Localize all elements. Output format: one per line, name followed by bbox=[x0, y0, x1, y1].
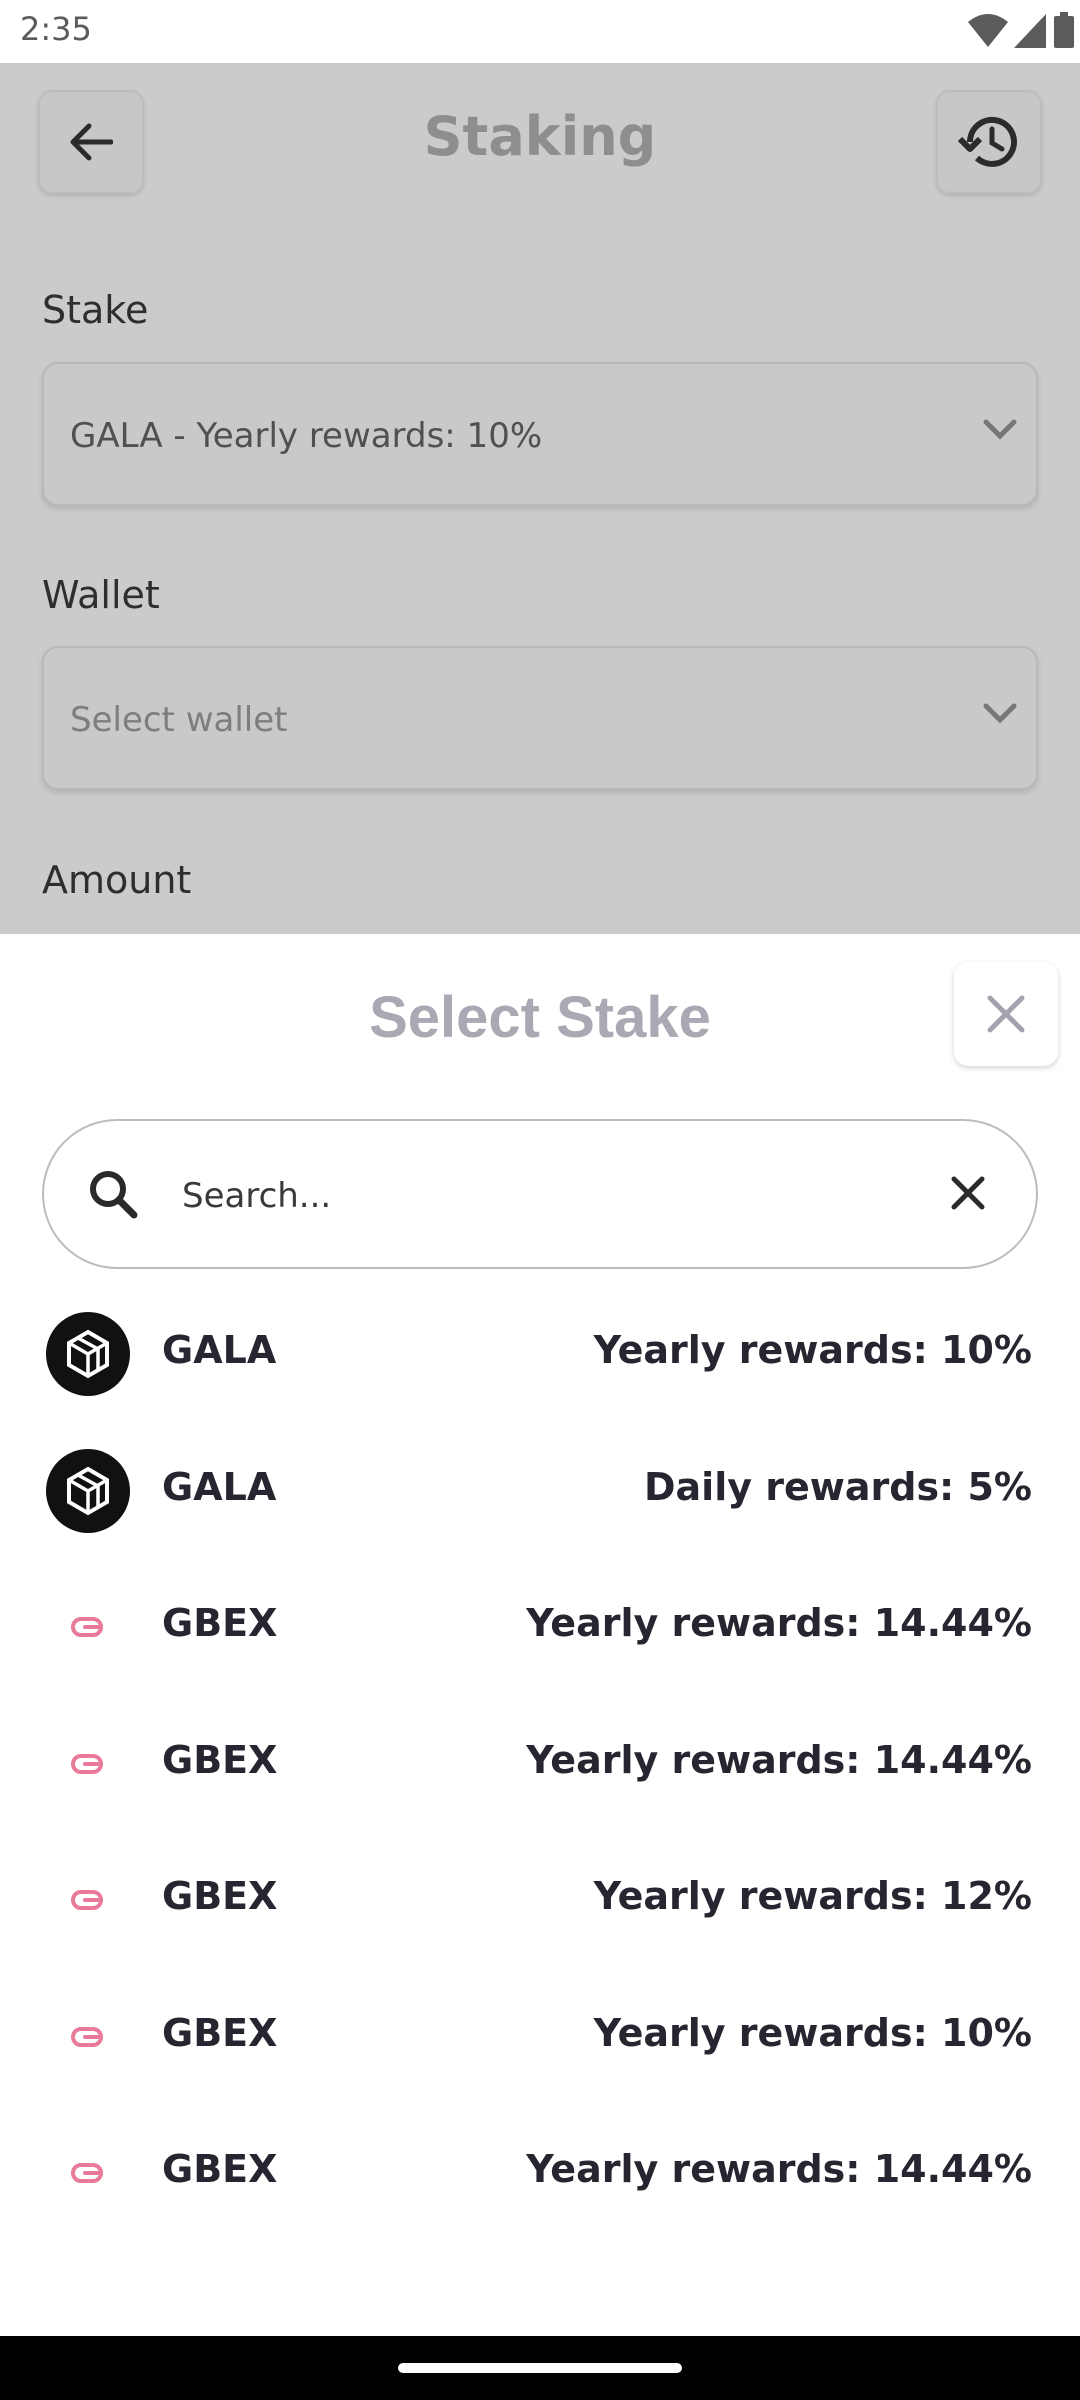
wallet-select[interactable]: Select wallet bbox=[42, 646, 1038, 790]
stake-select[interactable]: GALA - Yearly rewards: 10% bbox=[42, 362, 1038, 506]
stake-item-reward: Yearly rewards: 14.44% bbox=[526, 2147, 1032, 2191]
gala-logo-icon bbox=[46, 1448, 130, 1533]
stake-item-gala-yearly[interactable]: GALA Yearly rewards: 10% bbox=[0, 1286, 1080, 1423]
status-time: 2:35 bbox=[20, 10, 92, 48]
system-nav-bar bbox=[0, 2336, 1080, 2400]
history-icon bbox=[958, 116, 1017, 167]
wallet-label: Wallet bbox=[42, 573, 160, 617]
stake-item-name: GBEX bbox=[162, 1874, 278, 1918]
search-bar[interactable] bbox=[42, 1119, 1038, 1269]
amount-label: Amount bbox=[42, 858, 192, 902]
signal-icon bbox=[1014, 14, 1046, 48]
gbex-logo-icon bbox=[46, 1585, 130, 1669]
stake-item-gbex[interactable]: GBEX Yearly rewards: 14.44% bbox=[0, 2105, 1080, 2242]
stake-item-name: GALA bbox=[162, 1464, 277, 1509]
stake-item-reward: Yearly rewards: 14.44% bbox=[526, 1601, 1032, 1645]
wallet-select-placeholder: Select wallet bbox=[70, 700, 288, 740]
stake-item-name: GBEX bbox=[162, 2010, 278, 2055]
search-input[interactable] bbox=[180, 1161, 940, 1231]
stake-item-name: GALA bbox=[162, 1328, 277, 1372]
stake-item-name: GBEX bbox=[162, 1601, 278, 1645]
wifi-icon bbox=[968, 14, 1008, 47]
stake-item-gbex[interactable]: GBEX Yearly rewards: 14.44% bbox=[0, 1559, 1080, 1696]
stake-item-reward: Yearly rewards: 14.44% bbox=[526, 1737, 1032, 1782]
sheet-title: Select Stake bbox=[369, 985, 711, 1050]
stake-item-reward: Yearly rewards: 10% bbox=[593, 1328, 1032, 1372]
battery-icon bbox=[1054, 12, 1074, 48]
chevron-down-icon bbox=[983, 419, 1017, 440]
search-icon bbox=[90, 1171, 138, 1219]
close-icon bbox=[987, 995, 1025, 1033]
stake-item-gbex[interactable]: GBEX Yearly rewards: 12% bbox=[0, 1832, 1080, 1969]
status-icons bbox=[880, 0, 1080, 63]
staking-page: Staking Stake GALA - Yearly rewards: 10%… bbox=[0, 63, 1080, 934]
stake-list: GALA Yearly rewards: 10% GALA Daily rewa… bbox=[0, 1286, 1080, 2242]
chevron-down-icon bbox=[983, 703, 1017, 724]
stake-label: Stake bbox=[42, 288, 149, 332]
stake-item-reward: Yearly rewards: 10% bbox=[593, 2010, 1032, 2055]
gbex-logo-icon bbox=[46, 1995, 130, 2079]
gbex-logo-icon bbox=[46, 2131, 130, 2215]
select-stake-sheet: Select Stake GALA Yearly rewards: 10% bbox=[0, 934, 1080, 2336]
page-title: Staking bbox=[423, 105, 657, 168]
stake-item-gbex[interactable]: GBEX Yearly rewards: 10% bbox=[0, 1969, 1080, 2106]
gbex-logo-icon bbox=[46, 1858, 130, 1942]
history-button[interactable] bbox=[936, 90, 1042, 194]
gbex-logo-icon bbox=[46, 1722, 130, 1806]
stake-item-gala-daily[interactable]: GALA Daily rewards: 5% bbox=[0, 1423, 1080, 1560]
stake-select-value: GALA - Yearly rewards: 10% bbox=[70, 416, 543, 456]
gala-logo-icon bbox=[46, 1312, 130, 1396]
status-bar: 2:35 bbox=[0, 0, 1080, 63]
stake-item-gbex[interactable]: GBEX Yearly rewards: 14.44% bbox=[0, 1696, 1080, 1833]
close-button[interactable] bbox=[954, 962, 1058, 1066]
stake-item-name: GBEX bbox=[162, 1737, 278, 1782]
stake-item-reward: Daily rewards: 5% bbox=[644, 1464, 1032, 1509]
stake-item-reward: Yearly rewards: 12% bbox=[593, 1874, 1032, 1918]
stake-item-name: GBEX bbox=[162, 2147, 278, 2191]
home-gesture-handle[interactable] bbox=[398, 2363, 682, 2373]
clear-search-icon[interactable] bbox=[948, 1173, 988, 1213]
